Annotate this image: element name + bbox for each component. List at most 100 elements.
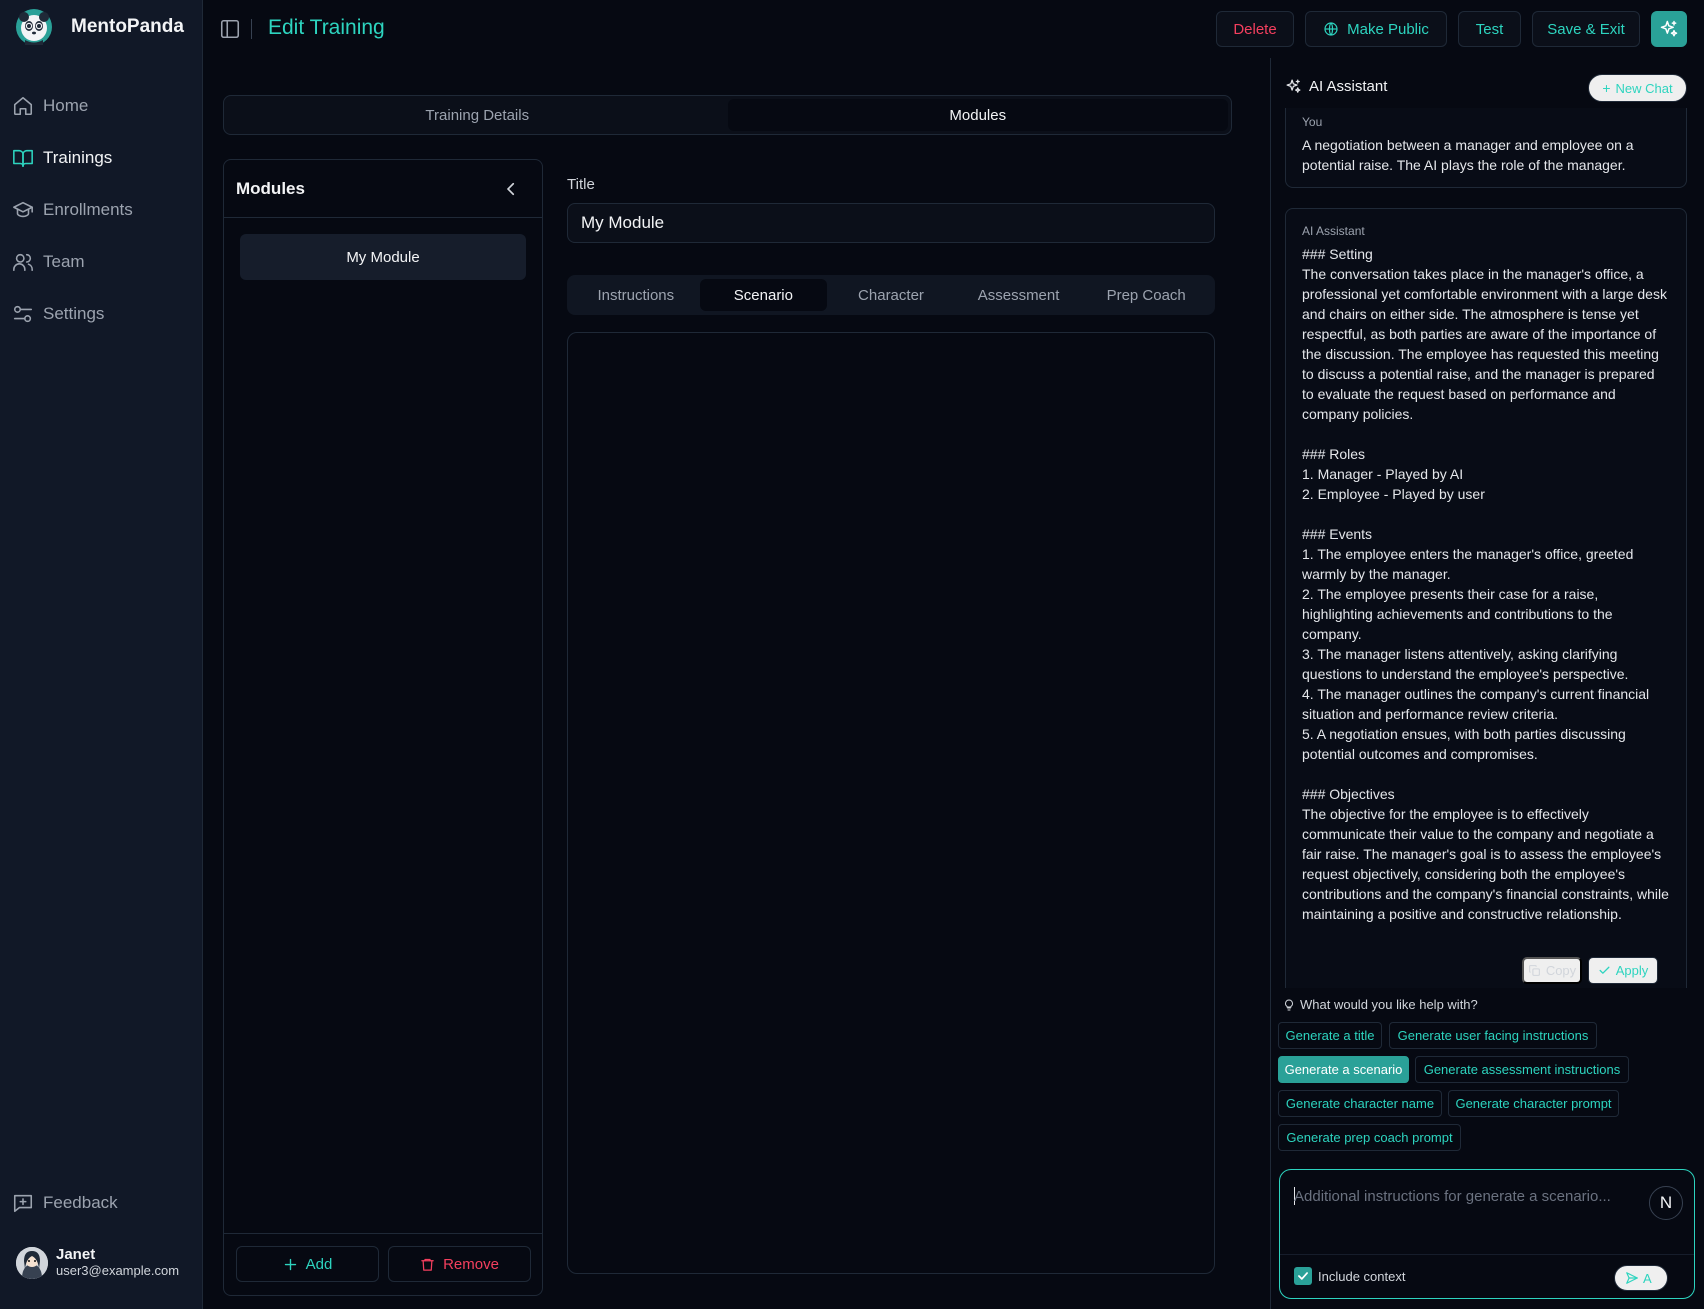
user-email: user3@example.com [56, 1263, 180, 1278]
suggestion-generate-scenario[interactable]: Generate a scenario [1278, 1056, 1409, 1083]
add-module-label: Add [305, 1255, 333, 1273]
new-chat-button[interactable]: + New Chat [1588, 74, 1687, 102]
copy-label: Copy [1545, 963, 1577, 978]
lightbulb-icon [1283, 998, 1295, 1011]
sparkles-icon [1659, 19, 1679, 39]
modules-panel-footer: Add Remove [224, 1233, 542, 1295]
sidebar-item-settings[interactable]: Settings [0, 288, 203, 340]
user-initial-badge[interactable]: N [1649, 1186, 1683, 1220]
sidebar-item-enrollments[interactable]: Enrollments [0, 184, 203, 236]
message-author: AI Assistant [1302, 224, 1365, 238]
message-plus-icon [12, 1192, 34, 1214]
title-label: Title [567, 176, 595, 193]
trash-icon [420, 1257, 435, 1272]
ai-assistant-title: AI Assistant [1309, 78, 1388, 95]
plus-icon: + [1602, 80, 1611, 96]
app-name: MentoPanda [71, 16, 184, 37]
assistant-message: AI Assistant ### Setting The conversatio… [1285, 208, 1687, 988]
tab-modules[interactable]: Modules [727, 99, 1228, 131]
brand[interactable]: MentoPanda [15, 8, 184, 46]
panda-logo-icon [15, 8, 53, 46]
prompt-footer: Include context A [1280, 1254, 1694, 1298]
modules-panel: Modules My Module Add Remove [223, 159, 543, 1296]
send-label: A [1643, 1270, 1652, 1286]
avatar [16, 1246, 48, 1279]
sidebar-item-label: Trainings [43, 148, 113, 167]
suggestion-generate-user-instructions[interactable]: Generate user facing instructions [1389, 1022, 1597, 1049]
send-button[interactable]: A [1614, 1265, 1668, 1291]
chevron-left-icon[interactable] [502, 180, 520, 198]
tab-character[interactable]: Character [827, 279, 955, 311]
user-message: You A negotiation between a manager and … [1285, 108, 1687, 188]
book-icon [12, 147, 34, 169]
tab-instructions[interactable]: Instructions [572, 279, 700, 311]
checkbox-checked-icon [1294, 1267, 1312, 1285]
sparkles-icon [1285, 78, 1302, 95]
sidebar-item-home[interactable]: Home [0, 80, 203, 132]
sidebar-item-label: Enrollments [43, 200, 133, 219]
modules-title: Modules [236, 179, 305, 198]
make-public-label: Make Public [1347, 20, 1429, 38]
suggestion-generate-prep-coach[interactable]: Generate prep coach prompt [1278, 1124, 1461, 1151]
make-public-button[interactable]: Make Public [1305, 11, 1447, 47]
add-module-button[interactable]: Add [236, 1246, 379, 1282]
tab-assessment[interactable]: Assessment [955, 279, 1083, 311]
help-label: What would you like help with? [1300, 997, 1478, 1012]
message-author: You [1302, 115, 1323, 129]
plus-icon [283, 1257, 298, 1272]
include-context-label: Include context [1318, 1268, 1406, 1284]
user-name: Janet [56, 1246, 96, 1263]
home-icon [12, 95, 34, 117]
sidebar-item-label: Home [43, 96, 89, 115]
test-button[interactable]: Test [1458, 11, 1521, 47]
send-icon [1625, 1271, 1639, 1285]
delete-button[interactable]: Delete [1216, 11, 1294, 47]
page-title: Edit Training [268, 16, 385, 39]
tab-scenario[interactable]: Scenario [699, 279, 828, 311]
save-exit-button[interactable]: Save & Exit [1532, 11, 1640, 47]
tab-prep-coach[interactable]: Prep Coach [1082, 279, 1210, 311]
suggestion-generate-assessment[interactable]: Generate assessment instructions [1415, 1056, 1629, 1083]
check-icon [1598, 964, 1611, 977]
module-title-input[interactable] [567, 203, 1215, 243]
new-chat-label: New Chat [1615, 80, 1673, 96]
apply-label: Apply [1615, 963, 1649, 978]
message-text: ### Setting The conversation takes place… [1302, 246, 1669, 922]
ai-assistant-toggle-button[interactable] [1651, 11, 1687, 47]
sidebar-item-label: Team [43, 252, 85, 271]
copy-icon [1528, 964, 1541, 977]
users-icon [12, 251, 34, 273]
sliders-icon [12, 303, 34, 325]
suggestion-generate-character-prompt[interactable]: Generate character prompt [1448, 1090, 1619, 1117]
ai-assistant-panel: AI Assistant + New Chat You A negotiatio… [1270, 58, 1704, 1309]
top-header: Edit Training Delete Make Public Test Sa… [203, 0, 1704, 58]
modules-panel-header: Modules [224, 160, 542, 218]
module-list-item[interactable]: My Module [240, 234, 526, 280]
remove-module-label: Remove [443, 1255, 499, 1273]
sidebar: MentoPanda Home Trainings Enrollments Te… [0, 0, 203, 1309]
tab-training-details[interactable]: Training Details [227, 99, 728, 131]
feedback-link[interactable]: Feedback [12, 1192, 118, 1214]
scenario-editor[interactable] [567, 332, 1215, 1274]
sidebar-item-team[interactable]: Team [0, 236, 203, 288]
suggestion-generate-character-name[interactable]: Generate character name [1278, 1090, 1442, 1117]
sidebar-toggle-icon[interactable] [219, 18, 241, 40]
remove-module-button[interactable]: Remove [388, 1246, 531, 1282]
include-context-checkbox[interactable]: Include context [1294, 1267, 1405, 1285]
sidebar-item-label: Settings [43, 304, 105, 323]
sidebar-item-trainings[interactable]: Trainings [0, 132, 203, 184]
help-prompt: What would you like help with? [1283, 997, 1478, 1012]
suggestion-generate-title[interactable]: Generate a title [1278, 1022, 1382, 1049]
apply-button[interactable]: Apply [1588, 957, 1658, 984]
module-editor-tabs: Instructions Scenario Character Assessme… [567, 275, 1215, 315]
assistant-prompt-input[interactable] [1294, 1182, 1674, 1210]
message-text: A negotiation between a manager and empl… [1302, 137, 1638, 173]
message-actions: Copy Apply [1285, 954, 1687, 986]
training-tabs: Training Details Modules [223, 95, 1232, 135]
graduation-cap-icon [12, 199, 34, 221]
feedback-label: Feedback [43, 1193, 118, 1212]
copy-button[interactable]: Copy [1522, 957, 1582, 984]
ai-assistant-header: AI Assistant [1285, 78, 1387, 95]
user-profile[interactable]: Janet user3@example.com [16, 1246, 179, 1279]
sidebar-nav: Home Trainings Enrollments Team Settings [0, 80, 203, 340]
